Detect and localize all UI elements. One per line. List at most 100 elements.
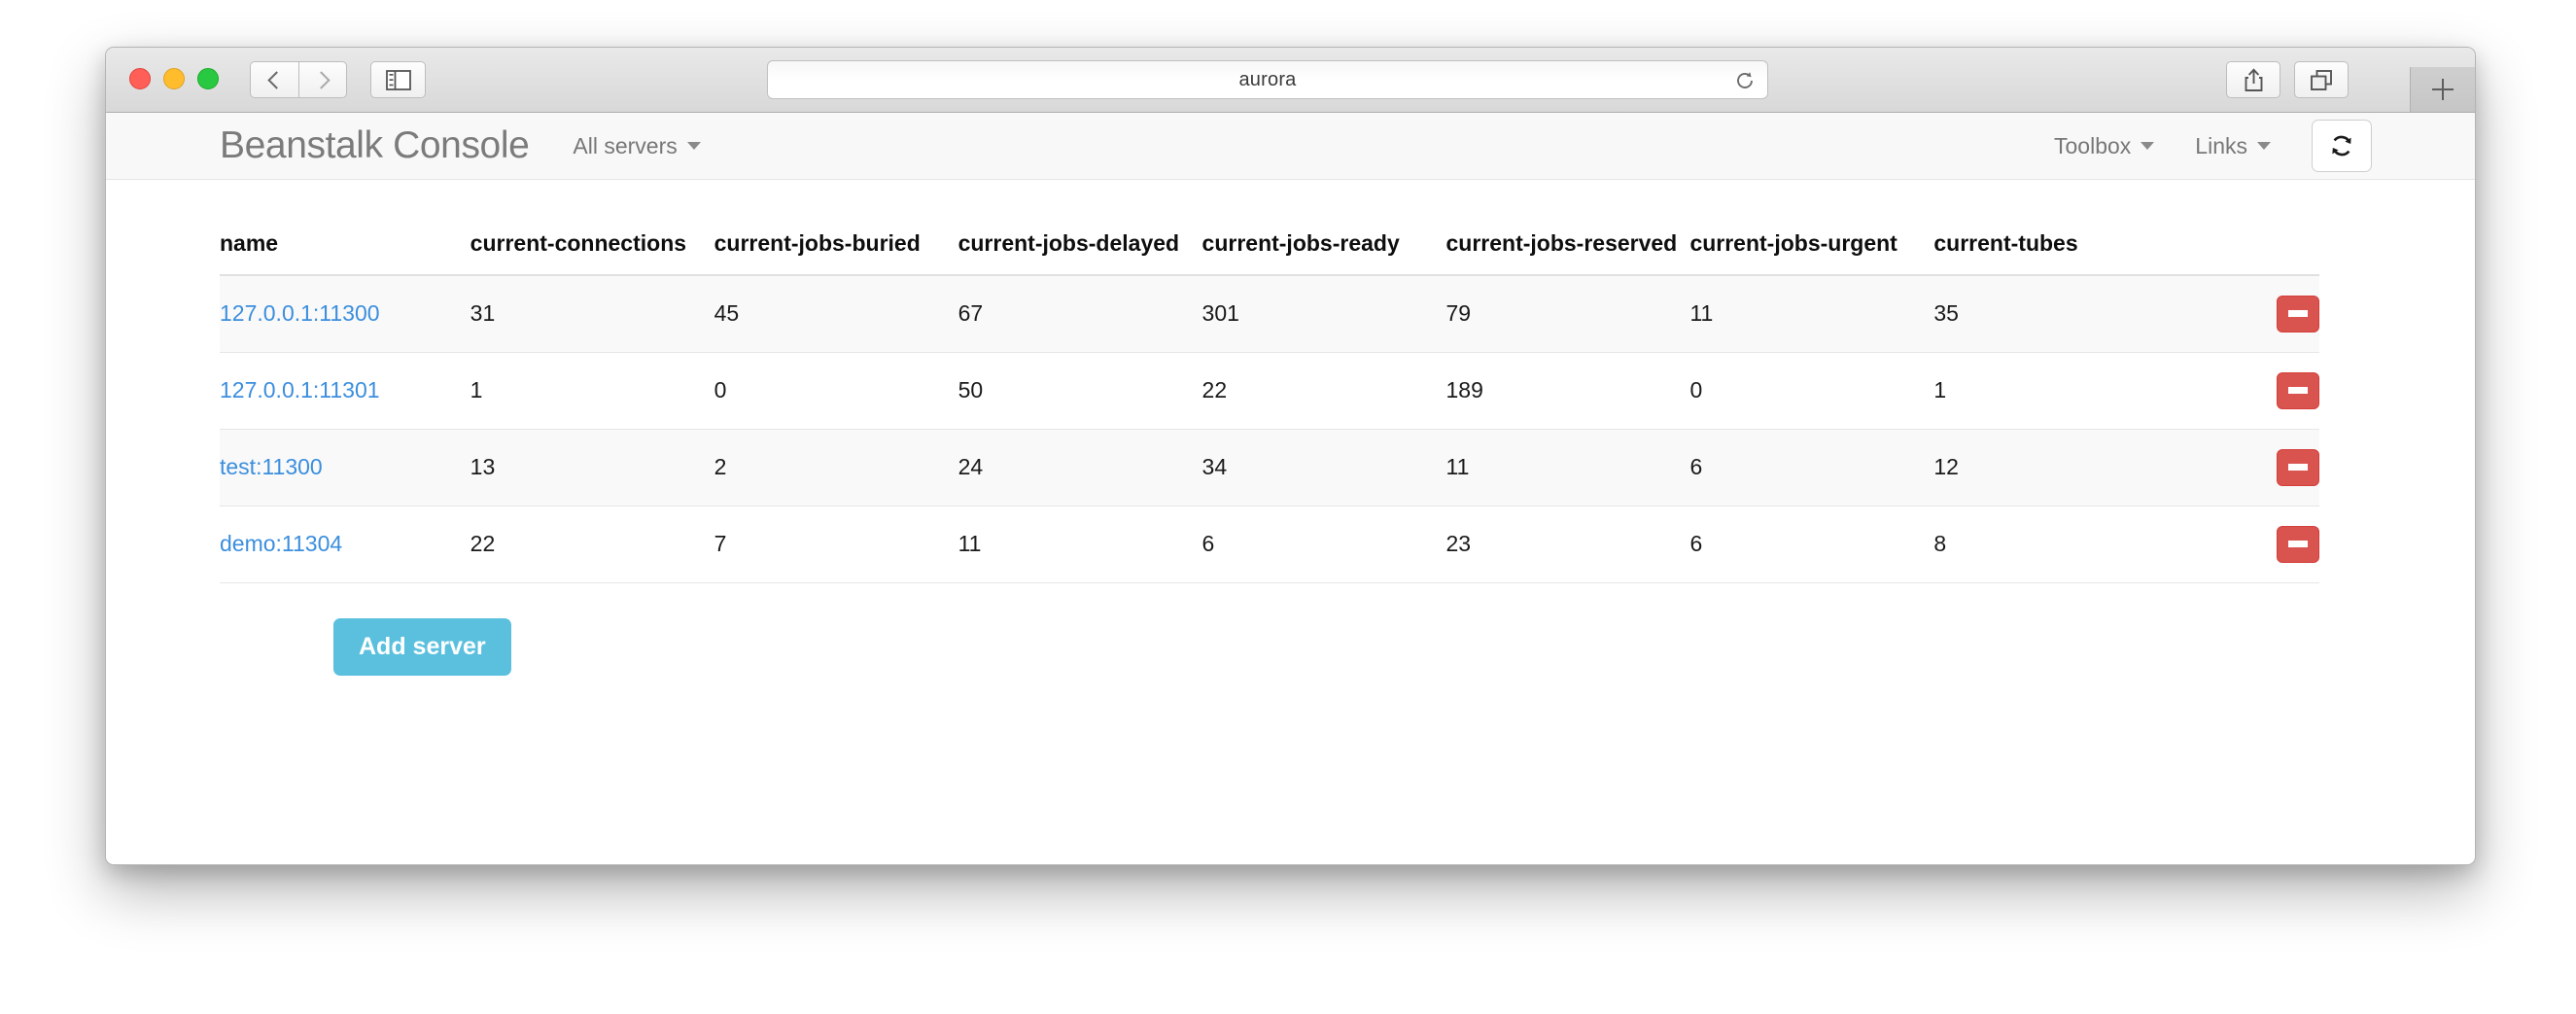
table-header-row: name current-connections current-jobs-bu…	[220, 219, 2319, 275]
delete-server-button[interactable]	[2277, 372, 2319, 409]
cell-current-jobs-buried: 7	[714, 506, 958, 582]
reload-icon	[1734, 70, 1756, 91]
address-text: aurora	[1238, 69, 1296, 91]
new-tab-button[interactable]	[2410, 67, 2475, 112]
window-controls	[129, 68, 219, 89]
column-header-current-jobs-urgent: current-jobs-urgent	[1689, 219, 1933, 275]
cell-current-jobs-buried: 0	[714, 352, 958, 429]
browser-toolbar: aurora	[106, 48, 2475, 113]
server-link[interactable]: 127.0.0.1:11300	[220, 300, 380, 326]
cell-current-jobs-reserved: 189	[1445, 352, 1689, 429]
cell-current-jobs-buried: 45	[714, 275, 958, 353]
table-row: demo:113042271162368	[220, 506, 2319, 582]
cell-current-jobs-ready: 34	[1202, 429, 1446, 506]
app-navbar: Beanstalk Console All servers Toolbox Li…	[106, 113, 2475, 180]
address-bar[interactable]: aurora	[767, 60, 1768, 99]
plus-icon-vertical	[2442, 79, 2445, 100]
table-row: 127.0.0.1:1130110502218901	[220, 352, 2319, 429]
cell-current-jobs-urgent: 6	[1689, 506, 1933, 582]
minus-icon	[2288, 310, 2308, 317]
show-tabs-button[interactable]	[2294, 61, 2349, 98]
all-servers-dropdown[interactable]: All servers	[573, 133, 700, 159]
forward-button[interactable]	[298, 61, 347, 98]
cell-current-jobs-reserved: 79	[1445, 275, 1689, 353]
table-body: 127.0.0.1:11300314567301791135127.0.0.1:…	[220, 275, 2319, 583]
maximize-window-button[interactable]	[197, 68, 219, 89]
sidebar-toggle-button[interactable]	[370, 61, 426, 98]
back-chevron-icon	[267, 71, 285, 88]
column-header-name: name	[220, 219, 470, 275]
server-table-container: name current-connections current-jobs-bu…	[220, 180, 2361, 676]
cell-current-jobs-delayed: 50	[958, 352, 1202, 429]
cell-current-jobs-urgent: 6	[1689, 429, 1933, 506]
cell-current-connections: 13	[470, 429, 714, 506]
cell-current-jobs-delayed: 11	[958, 506, 1202, 582]
cell-current-jobs-buried: 2	[714, 429, 958, 506]
minus-icon	[2288, 541, 2308, 547]
cell-name: 127.0.0.1:11300	[220, 275, 470, 353]
chevron-down-icon	[2257, 142, 2271, 150]
server-link[interactable]: test:11300	[220, 454, 323, 479]
table-header: name current-connections current-jobs-bu…	[220, 219, 2319, 275]
server-link[interactable]: 127.0.0.1:11301	[220, 377, 380, 402]
cell-current-jobs-ready: 22	[1202, 352, 1446, 429]
cell-current-tubes: 35	[1933, 275, 2177, 353]
table-row: 127.0.0.1:11300 314567301791135	[220, 275, 2319, 353]
page-content: Beanstalk Console All servers Toolbox Li…	[106, 113, 2475, 864]
column-header-current-tubes: current-tubes	[1933, 219, 2177, 275]
cell-current-jobs-delayed: 24	[958, 429, 1202, 506]
refresh-icon	[2328, 132, 2355, 159]
minimize-window-button[interactable]	[163, 68, 185, 89]
reload-button[interactable]	[1734, 70, 1756, 91]
cell-current-jobs-reserved: 23	[1445, 506, 1689, 582]
browser-window: aurora	[105, 47, 2476, 865]
refresh-button[interactable]	[2312, 120, 2372, 172]
links-dropdown[interactable]: Links	[2195, 133, 2271, 159]
show-tabs-icon	[2310, 69, 2333, 91]
cell-current-tubes: 8	[1933, 506, 2177, 582]
toolbox-label: Toolbox	[2054, 133, 2131, 159]
links-label: Links	[2195, 133, 2247, 159]
toolbox-dropdown[interactable]: Toolbox	[2054, 133, 2154, 159]
cell-current-jobs-reserved: 11	[1445, 429, 1689, 506]
share-button[interactable]	[2226, 61, 2280, 98]
server-table: name current-connections current-jobs-bu…	[220, 219, 2319, 583]
brand-title: Beanstalk Console	[220, 124, 529, 167]
close-window-button[interactable]	[129, 68, 151, 89]
cell-current-jobs-ready: 301	[1202, 275, 1446, 353]
sidebar-toggle-icon	[386, 70, 411, 90]
cell-current-tubes: 12	[1933, 429, 2177, 506]
cell-name: 127.0.0.1:11301	[220, 352, 470, 429]
minus-icon	[2288, 387, 2308, 394]
back-button[interactable]	[250, 61, 298, 98]
table-row: test:11300 132243411612	[220, 429, 2319, 506]
cell-actions	[2177, 275, 2319, 353]
cell-current-connections: 31	[470, 275, 714, 353]
cell-current-jobs-delayed: 67	[958, 275, 1202, 353]
column-header-current-jobs-ready: current-jobs-ready	[1202, 219, 1446, 275]
cell-name: test:11300	[220, 429, 470, 506]
cell-current-tubes: 1	[1933, 352, 2177, 429]
column-header-current-jobs-reserved: current-jobs-reserved	[1445, 219, 1689, 275]
server-link[interactable]: demo:11304	[220, 531, 342, 556]
cell-current-connections: 22	[470, 506, 714, 582]
delete-server-button[interactable]	[2277, 449, 2319, 486]
cell-current-jobs-ready: 6	[1202, 506, 1446, 582]
cell-current-jobs-urgent: 11	[1689, 275, 1933, 353]
minus-icon	[2288, 464, 2308, 471]
column-header-current-connections: current-connections	[470, 219, 714, 275]
delete-server-button[interactable]	[2277, 296, 2319, 332]
desktop-background: aurora	[0, 0, 2576, 1014]
cell-actions	[2177, 429, 2319, 506]
cell-name: demo:11304	[220, 506, 470, 582]
cell-current-connections: 1	[470, 352, 714, 429]
cell-actions	[2177, 506, 2319, 582]
add-server-button[interactable]: Add server	[333, 618, 511, 676]
navbar-right-group: Toolbox Links	[2054, 120, 2372, 172]
forward-chevron-icon	[312, 71, 330, 88]
share-icon	[2243, 68, 2265, 92]
column-header-current-jobs-delayed: current-jobs-delayed	[958, 219, 1202, 275]
chevron-down-icon	[2141, 142, 2154, 150]
chevron-down-icon	[687, 142, 701, 150]
delete-server-button[interactable]	[2277, 526, 2319, 563]
